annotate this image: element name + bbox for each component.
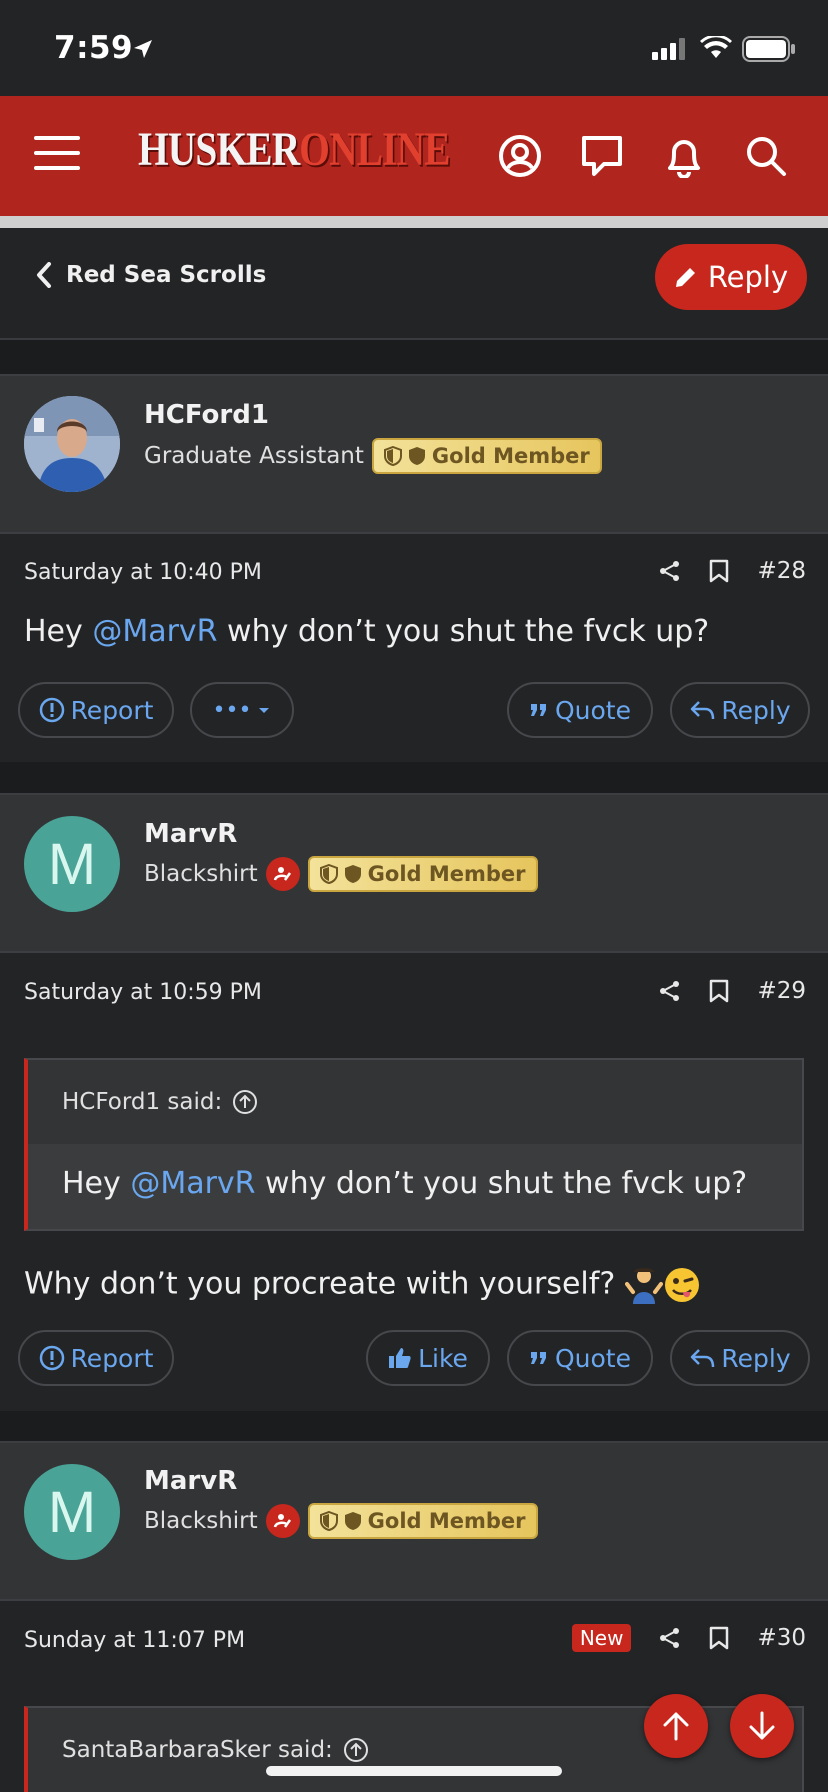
quote-button[interactable]: Quote (507, 1330, 653, 1386)
reply-button[interactable]: Reply (670, 682, 810, 738)
shrug-emoji-icon (624, 1268, 663, 1304)
alert-circle-icon (39, 697, 64, 723)
post-date[interactable]: Sunday at 11:07 PM (24, 1628, 245, 1653)
more-options-button[interactable]: ••• (190, 682, 294, 738)
mention-link[interactable]: @MarvR (130, 1166, 255, 1201)
gold-member-badge: Gold Member (307, 1503, 538, 1539)
post-username[interactable]: HCFord1 (144, 400, 269, 430)
alerts-bell-icon[interactable] (662, 134, 706, 178)
shield-outline-icon (319, 864, 338, 884)
reply-arrow-icon (691, 701, 715, 720)
share-icon[interactable] (659, 560, 681, 582)
thread-title: Red Sea Scrolls (66, 262, 267, 288)
site-logo[interactable]: HUSKERONLINE (138, 122, 450, 177)
like-button[interactable]: Like (366, 1330, 490, 1386)
post-tools: New #30 (571, 1624, 806, 1652)
user-title: Graduate Assistant (144, 443, 364, 469)
post-number[interactable]: #30 (757, 1625, 806, 1651)
reply-arrow-icon (691, 1349, 715, 1368)
shield-icon (344, 1512, 361, 1530)
avatar[interactable]: M (24, 816, 120, 912)
status-bar: 7:59 (0, 0, 828, 96)
cellular-signal-icon (652, 38, 685, 60)
post-username[interactable]: MarvR (144, 1466, 237, 1496)
quote-icon (530, 1352, 546, 1364)
avatar[interactable] (24, 396, 120, 492)
back-to-thread-link[interactable]: Red Sea Scrolls (36, 262, 266, 288)
pencil-icon (675, 268, 695, 287)
user-title-row: Graduate Assistant Gold Member (144, 438, 602, 474)
bookmark-icon[interactable] (709, 1626, 729, 1650)
user-title: Blackshirt (144, 1508, 258, 1534)
bookmark-icon[interactable] (709, 979, 729, 1003)
quote-author: SantaBarbaraSker said: (62, 1737, 333, 1763)
share-icon[interactable] (659, 980, 681, 1002)
reply-button-top[interactable]: Reply (655, 244, 807, 310)
user-title-row: Blackshirt Gold Member (144, 856, 538, 892)
thread-bar-divider (0, 328, 828, 340)
caret-down-icon (259, 708, 270, 713)
quote-block: HCFord1 said: Hey @MarvR why don’t you s… (24, 1058, 804, 1231)
post-content: Why don’t you procreate with yourself? (24, 1266, 701, 1304)
new-badge: New (571, 1624, 632, 1652)
mention-link[interactable]: @MarvR (92, 614, 217, 649)
gold-member-badge: Gold Member (307, 856, 538, 892)
bookmark-icon[interactable] (709, 559, 729, 583)
wifi-icon (700, 36, 732, 58)
thumbs-up-icon (389, 1348, 411, 1368)
conversations-icon[interactable] (580, 134, 624, 178)
staff-badge-icon (265, 1504, 300, 1538)
post-number[interactable]: #29 (757, 978, 806, 1004)
share-icon[interactable] (659, 1627, 681, 1649)
search-icon[interactable] (744, 134, 788, 178)
arrow-up-circle-icon[interactable] (343, 1737, 369, 1763)
avatar[interactable]: M (24, 1464, 120, 1560)
battery-icon (742, 36, 795, 62)
shield-icon (408, 447, 425, 465)
arrow-up-icon (663, 1712, 689, 1741)
quote-content: Hey @MarvR why don’t you shut the fvck u… (28, 1144, 802, 1229)
report-button[interactable]: Report (18, 682, 174, 738)
status-time: 7:59 (54, 30, 134, 66)
post-tools: #28 (659, 558, 806, 584)
report-button[interactable]: Report (18, 1330, 174, 1386)
post-username[interactable]: MarvR (144, 819, 237, 849)
post-tools: #29 (659, 978, 806, 1004)
quote-author: HCFord1 said: (62, 1089, 223, 1115)
post-date[interactable]: Saturday at 10:59 PM (24, 980, 262, 1005)
reply-button[interactable]: Reply (670, 1330, 810, 1386)
header-divider (0, 216, 828, 228)
quote-button[interactable]: Quote (507, 682, 653, 738)
location-arrow-icon (134, 40, 152, 58)
shield-outline-icon (319, 1511, 338, 1531)
avatar-photo (24, 396, 120, 492)
arrow-down-icon (749, 1711, 775, 1740)
winking-tongue-emoji-icon (664, 1268, 699, 1302)
shield-outline-icon (383, 446, 402, 466)
hamburger-menu-icon[interactable] (34, 136, 80, 176)
staff-badge-icon (265, 857, 300, 891)
user-title-row: Blackshirt Gold Member (144, 1503, 538, 1539)
post-number[interactable]: #28 (757, 558, 806, 584)
gold-member-badge: Gold Member (371, 438, 602, 474)
scroll-to-bottom-button[interactable] (730, 1694, 794, 1758)
shield-icon (344, 865, 361, 883)
arrow-up-circle-icon[interactable] (232, 1089, 258, 1115)
post-content: Hey @MarvR why don’t you shut the fvck u… (24, 614, 710, 649)
alert-circle-icon (39, 1345, 64, 1371)
home-indicator[interactable] (266, 1766, 562, 1776)
account-icon[interactable] (498, 134, 542, 178)
chevron-left-icon (37, 262, 51, 288)
quote-header[interactable]: HCFord1 said: (28, 1060, 802, 1144)
quote-icon (530, 704, 546, 716)
scroll-to-top-button[interactable] (644, 1694, 708, 1758)
post-date[interactable]: Saturday at 10:40 PM (24, 560, 262, 585)
user-title: Blackshirt (144, 861, 258, 887)
